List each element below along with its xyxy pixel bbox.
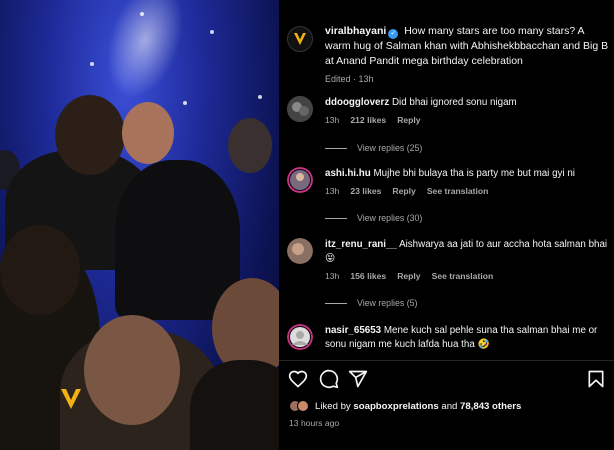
comment-username[interactable]: nasir_65653 (325, 325, 381, 336)
comment-time[interactable]: 13h (325, 186, 339, 196)
likes-summary: Liked by soapboxprelations and 78,843 ot… (289, 400, 521, 412)
likes-count[interactable]: 78,843 others (460, 401, 521, 412)
comment-username[interactable]: ashi.hi.hu (325, 168, 371, 179)
avatar[interactable] (287, 26, 313, 52)
avatar[interactable] (287, 238, 313, 264)
post-caption: viralbhayani ✓ How many stars are too man… (287, 24, 612, 84)
crowd-head (84, 315, 180, 425)
comment: itz_renu_rani__ Aishwarya aa jati to aur… (287, 238, 612, 281)
view-replies-button[interactable]: View replies (25) (325, 143, 422, 153)
verified-badge-icon: ✓ (388, 29, 399, 39)
view-replies-label: View replies (30) (357, 213, 423, 223)
confetti (140, 12, 144, 16)
comment-time[interactable]: 13h (325, 271, 339, 281)
confetti (183, 101, 187, 105)
action-bar (288, 369, 606, 389)
edited-label: Edited (325, 74, 351, 84)
avatar[interactable] (287, 324, 313, 350)
bookmark-icon[interactable] (586, 369, 606, 389)
comment: nasir_65653 Mene kuch sal pehle suna tha… (287, 324, 612, 352)
reply-button[interactable]: Reply (392, 186, 415, 196)
view-replies-button[interactable]: View replies (30) (325, 213, 422, 223)
post-time[interactable]: 13 hours ago (289, 418, 339, 428)
caption-username[interactable]: viralbhayani (325, 25, 386, 37)
crowd-head (0, 225, 80, 315)
edited-time: 13h (358, 74, 374, 84)
divider (279, 360, 614, 361)
reply-button[interactable]: Reply (397, 115, 420, 125)
avatar[interactable] (287, 167, 313, 193)
likes-prefix: Liked by (315, 400, 354, 412)
share-icon[interactable] (348, 369, 368, 389)
view-replies-label: View replies (25) (357, 143, 423, 153)
reply-button[interactable]: Reply (397, 271, 420, 281)
person-back-head (55, 95, 125, 175)
view-replies-label: View replies (5) (357, 298, 418, 308)
post-media[interactable] (0, 0, 279, 450)
comment-likes[interactable]: 23 likes (350, 186, 381, 196)
likes-and: and (438, 400, 461, 412)
divider-line (325, 217, 347, 219)
comment-username[interactable]: ddooggloverz (325, 97, 389, 108)
stage-light (93, 0, 197, 108)
person-suit-head (122, 102, 174, 164)
confetti (90, 62, 94, 66)
confetti (258, 95, 262, 99)
comment: ddooggloverz Did bhai ignored sonu nigam… (287, 96, 612, 125)
comment-likes[interactable]: 212 likes (350, 115, 386, 125)
comment-text: Did bhai ignored sonu nigam (391, 97, 517, 108)
liker-avatar (297, 400, 309, 412)
comment: ashi.hi.hu Mujhe bhi bulaya tha is party… (287, 167, 612, 196)
comment-time[interactable]: 13h (325, 115, 339, 125)
divider-line (325, 302, 347, 304)
watermark-logo-icon (61, 389, 81, 409)
comment-likes[interactable]: 156 likes (350, 271, 386, 281)
crowd-head (228, 118, 272, 173)
comment-username[interactable]: itz_renu_rani__ (325, 239, 397, 250)
heart-icon[interactable] (288, 369, 308, 389)
confetti (210, 30, 214, 34)
divider-line (325, 147, 347, 149)
view-replies-button[interactable]: View replies (5) (325, 298, 417, 308)
liked-by-user[interactable]: soapboxprelations (353, 401, 438, 412)
see-translation-button[interactable]: See translation (432, 271, 494, 281)
avatar[interactable] (287, 96, 313, 122)
see-translation-button[interactable]: See translation (427, 186, 489, 196)
comments-panel: viralbhayani ✓ How many stars are too man… (279, 0, 614, 450)
comment-text: Mujhe bhi bulaya tha is party me but mai… (373, 168, 575, 179)
comment-icon[interactable] (319, 369, 339, 389)
viral-logo-icon (294, 33, 306, 45)
